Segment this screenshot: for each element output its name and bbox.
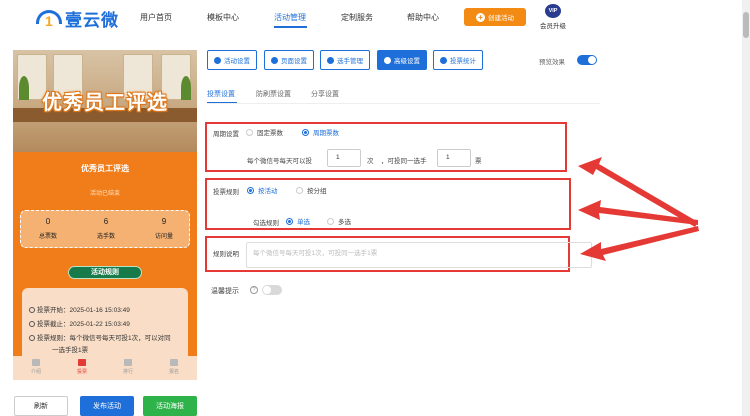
vote-rule-text-cont: 一选手投1票: [52, 347, 89, 354]
activity-status: 活动已结束: [89, 191, 120, 197]
tab-signup[interactable]: 报名: [159, 359, 189, 375]
tab-ranking[interactable]: 排行: [113, 359, 143, 375]
vote-icon: [78, 359, 86, 366]
cycle-settings-label: 周期设置: [213, 131, 239, 138]
tab-activity-settings[interactable]: 活动设置: [207, 50, 257, 70]
radio-by-activity[interactable]: 按活动: [247, 185, 278, 195]
create-activity-label: 创建活动: [488, 15, 514, 22]
signup-icon: [170, 359, 178, 366]
cycle-sentence-a: 每个微信号每天可以投: [247, 158, 312, 165]
vote-rule-text: 投票规则：每个微信号每天可投1次，可以对同: [29, 332, 171, 342]
stats-panel: 0 总票数 6 选手数 9 访问量: [20, 210, 190, 248]
tab-player-management[interactable]: 选手管理: [320, 50, 370, 70]
tips-label: 温馨提示: [211, 288, 239, 295]
clock-icon: [29, 321, 35, 327]
activity-rules-button[interactable]: 活动规则: [68, 266, 142, 279]
activity-settings-icon: [214, 56, 221, 64]
banner-image: 优秀员工评选: [13, 50, 197, 152]
annotation-arrows: [578, 157, 699, 261]
sliders-icon: [384, 56, 391, 64]
top-navbar: 1 壹云微 用户首页 模板中心 活动管理 定制服务 帮助中心 + 创建活动 VI…: [0, 0, 750, 36]
rule-description-label: 规则说明: [213, 251, 239, 258]
plus-icon: +: [476, 12, 485, 22]
tab-advanced-settings[interactable]: 高级设置: [377, 50, 427, 70]
radio-by-group[interactable]: 按分组: [296, 185, 327, 195]
radio-fixed-votes[interactable]: 固定票数: [246, 127, 283, 137]
radio-single-choice[interactable]: 单选: [286, 216, 310, 226]
inner-tab-indicator: [207, 102, 237, 103]
logo-icon: 1: [36, 8, 62, 30]
arrow-to-rule-description: [580, 226, 699, 261]
votes-same-player-input[interactable]: 1: [437, 149, 471, 167]
cycle-sentence-b: ，可投同一选手: [381, 158, 427, 165]
users-icon: [327, 56, 334, 64]
clock-icon: [29, 335, 35, 341]
banner-title: 优秀员工评选: [42, 90, 168, 114]
preview-toggle-label: 预览效果: [539, 59, 565, 66]
unit-times: 次: [367, 158, 374, 165]
tab-intro[interactable]: 介绍: [21, 359, 51, 375]
tab-vote-statistics[interactable]: 投票统计: [433, 50, 483, 70]
inner-tab-divider: [207, 103, 600, 104]
vote-start-time: 投票开始：2025-01-16 15:03:49: [29, 304, 130, 314]
nav-template-center[interactable]: 模板中心: [207, 12, 239, 23]
refresh-button[interactable]: 刷新: [14, 396, 68, 416]
votes-per-day-input[interactable]: 1: [327, 149, 361, 167]
radio-multi-choice[interactable]: 多选: [327, 216, 351, 226]
vote-end-time: 投票截止：2025-01-22 15:03:49: [29, 318, 130, 328]
stat-total-votes: 0 总票数: [38, 217, 57, 240]
gear-icon: [271, 56, 278, 64]
help-icon[interactable]: ?: [250, 286, 258, 294]
ranking-icon: [124, 359, 132, 366]
publish-activity-button[interactable]: 发布活动: [80, 396, 134, 416]
activity-title: 优秀员工评选: [81, 164, 129, 173]
inner-tab-anti-fraud[interactable]: 防刷票设置: [256, 89, 291, 99]
nav-activity-management[interactable]: 活动管理: [274, 12, 306, 23]
inner-tab-share-settings[interactable]: 分享设置: [311, 89, 339, 99]
stat-players: 6 选手数: [96, 217, 115, 240]
mobile-preview: 优秀员工评选 优秀员工评选 活动已结束 0 总票数 6 选手数 9 访问量 活动规则 …: [13, 50, 197, 380]
rule-description-textarea[interactable]: 每个微信号每天可投1次，可投同一选手1票: [246, 242, 592, 268]
create-activity-button[interactable]: + 创建活动: [464, 8, 526, 26]
nav-active-indicator: [274, 26, 307, 28]
nav-help-center[interactable]: 帮助中心: [407, 12, 439, 23]
page-scrollbar[interactable]: [742, 0, 750, 416]
tab-vote[interactable]: 投票: [67, 359, 97, 375]
radio-cycle-votes[interactable]: 周期票数: [302, 127, 339, 137]
intro-icon: [32, 359, 40, 366]
nav-user-home[interactable]: 用户首页: [140, 12, 172, 23]
logo-text: 壹云微: [65, 11, 119, 31]
select-rule-label: 勾选规则: [253, 220, 279, 227]
unit-votes: 票: [475, 158, 482, 165]
inner-tab-vote-settings[interactable]: 投票设置: [207, 89, 235, 99]
bar-chart-icon: [440, 56, 447, 64]
nav-custom-service[interactable]: 定制服务: [341, 12, 373, 23]
preview-tabbar: 介绍 投票 排行 报名: [13, 356, 197, 380]
activity-poster-button[interactable]: 活动海报: [143, 396, 197, 416]
clock-icon: [29, 307, 35, 313]
vip-label: 会员升级: [540, 23, 566, 30]
tab-page-settings[interactable]: 页面设置: [264, 50, 314, 70]
vip-icon: VIP: [545, 4, 561, 18]
preview-toggle[interactable]: [577, 55, 597, 65]
stat-visits: 9 访问量: [154, 217, 173, 240]
vote-rule-label: 投票规则: [213, 189, 239, 196]
tips-toggle[interactable]: [262, 285, 282, 295]
logo[interactable]: 1 壹云微: [36, 6, 119, 31]
vip-upgrade[interactable]: VIP 会员升级: [538, 4, 568, 30]
